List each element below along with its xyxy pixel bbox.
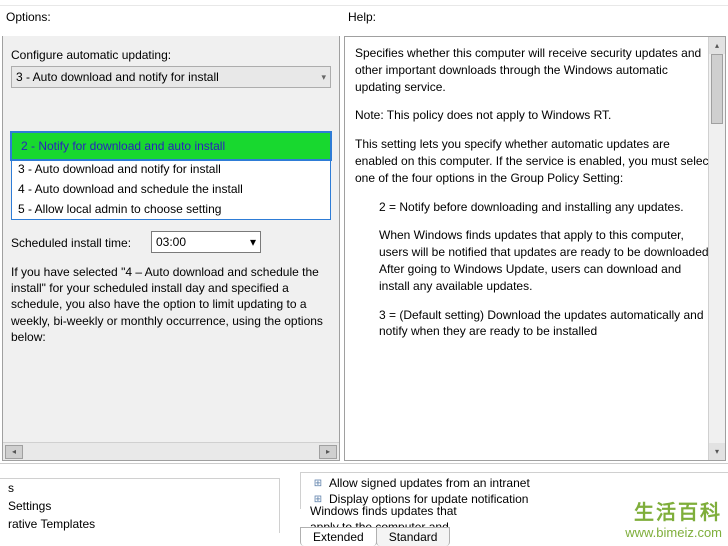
tree-item[interactable]: rative Templates [0,515,279,533]
configure-updating-dropdown[interactable]: 2 - Notify for download and auto install… [11,132,331,220]
options-hscrollbar[interactable]: ◂ ▸ [3,442,339,460]
tree-item[interactable]: Settings [0,497,279,515]
scroll-thumb[interactable] [711,54,723,124]
dropdown-option-5[interactable]: 5 - Allow local admin to choose setting [12,199,330,219]
scroll-left-icon[interactable]: ◂ [5,445,23,459]
chevron-down-icon: ▾ [250,235,256,249]
configure-updating-combo[interactable]: 3 - Auto download and notify for install… [11,66,331,88]
tab-standard[interactable]: Standard [376,527,451,546]
dropdown-option-4[interactable]: 4 - Auto download and schedule the insta… [12,179,330,199]
scroll-up-icon[interactable]: ▴ [709,37,725,54]
scheduled-time-value: 03:00 [156,235,186,249]
tabs: Extended Standard [300,527,449,546]
help-vscrollbar[interactable]: ▴ ▾ [708,37,725,460]
options-panel: Configure automatic updating: 3 - Auto d… [2,36,340,461]
help-p3: This setting lets you specify whether au… [355,136,715,186]
help-p2: Note: This policy does not apply to Wind… [355,107,715,124]
help-panel: Specifies whether this computer will rec… [344,36,726,461]
help-p5: When Windows finds updates that apply to… [355,227,715,294]
tree-fragment: s Settings rative Templates [0,478,280,533]
configure-updating-label: Configure automatic updating: [11,48,331,62]
help-p6: 3 = (Default setting) Download the updat… [355,307,715,341]
help-text: Specifies whether this computer will rec… [344,36,726,461]
scroll-right-icon[interactable]: ▸ [319,445,337,459]
help-p1: Specifies whether this computer will rec… [355,45,715,95]
tab-extended[interactable]: Extended [300,527,377,546]
configure-updating-value: 3 - Auto download and notify for install [16,70,219,84]
scheduled-time-combo[interactable]: 03:00 ▾ [151,231,261,253]
options-note: If you have selected "4 – Auto download … [11,264,331,345]
dropdown-option-2[interactable]: 2 - Notify for download and auto install [12,133,330,159]
policy-icon: ⊞ [311,476,325,490]
chevron-down-icon: ▾ [321,72,326,83]
help-p4: 2 = Notify before downloading and instal… [355,199,715,216]
tree-item[interactable]: s [0,479,279,497]
options-label: Options: [0,6,342,34]
dropdown-option-3[interactable]: 3 - Auto download and notify for install [12,159,330,179]
help-label: Help: [342,6,376,34]
scheduled-time-label: Scheduled install time: [11,236,141,250]
scroll-down-icon[interactable]: ▾ [709,443,725,460]
policy-item[interactable]: ⊞Allow signed updates from an intranet [311,475,722,491]
